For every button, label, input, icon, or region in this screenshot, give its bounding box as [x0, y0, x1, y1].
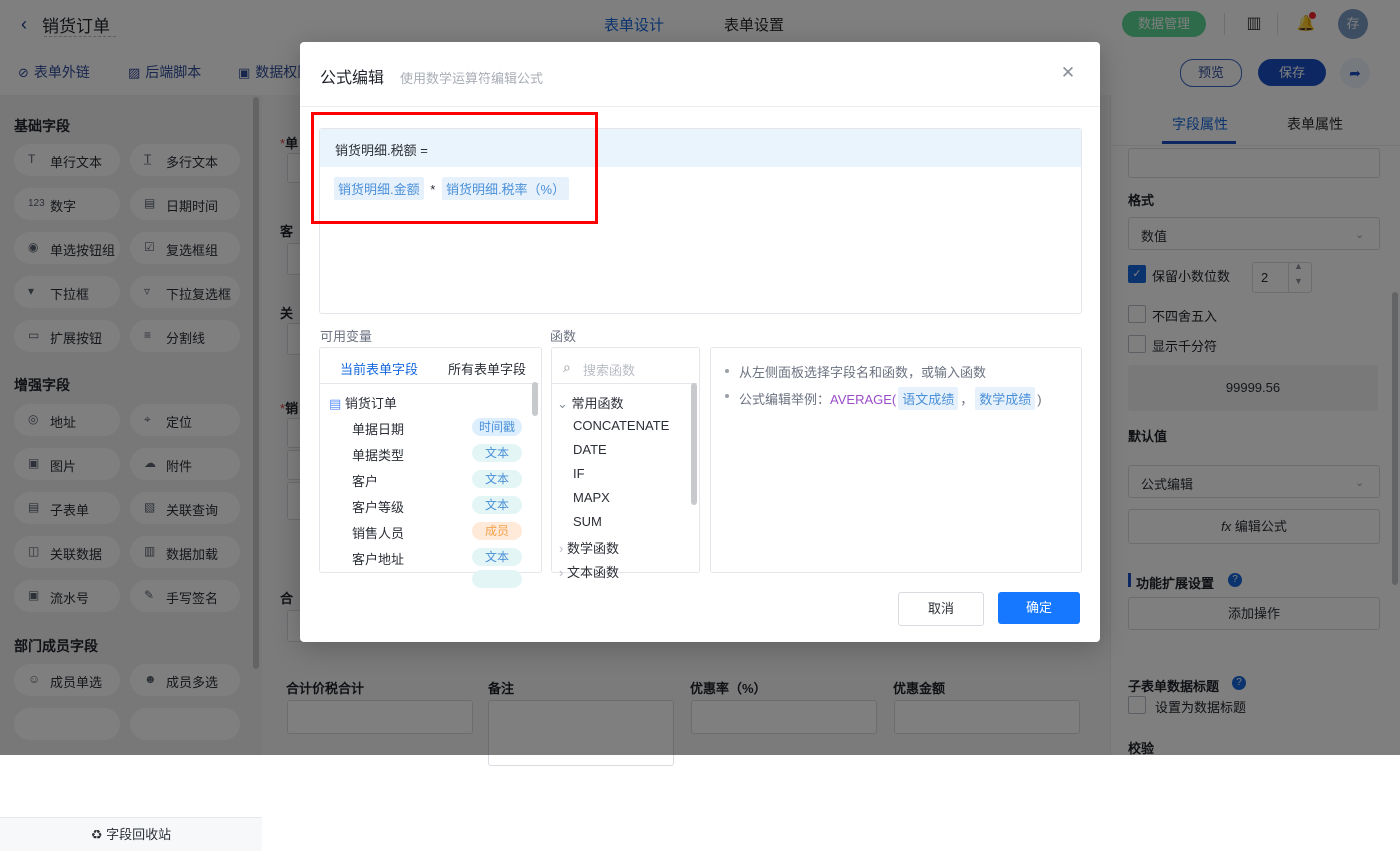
variables-tab-divider [320, 383, 539, 384]
help-tip-2-comma: ， [960, 392, 974, 407]
close-icon[interactable]: ✕ [1058, 63, 1078, 83]
dialog-title: 公式编辑 [320, 70, 385, 87]
confirm-button[interactable]: 确定 [998, 592, 1080, 624]
variables-tree-root[interactable]: ▤ 销货订单 [329, 393, 397, 412]
formula-help-panel: 从左侧面板选择字段名和函数，或输入函数 公式编辑举例：AVERAGE(语文成绩，… [710, 347, 1082, 573]
chevron-right-icon: › [559, 565, 564, 580]
function-group-label: 文本函数 [566, 565, 619, 580]
function-item-mapx[interactable]: MAPX [573, 490, 610, 505]
field-recycle-bin-label: 字段回收站 [106, 827, 172, 842]
chevron-right-icon: › [559, 541, 564, 556]
function-item-date[interactable]: DATE [573, 442, 607, 457]
functions-panel: ⌕ 搜索函数 ⌄ 常用函数 CONCATENATE DATE IF MAPX S… [551, 347, 700, 580]
function-item-sum[interactable]: SUM [573, 514, 602, 529]
variable-type-tag: 时间戳 [472, 418, 522, 436]
function-group-label: 数学函数 [566, 541, 619, 556]
variable-type-tag: 文本 [472, 470, 522, 488]
function-item-if[interactable]: IF [573, 466, 585, 481]
function-group-math[interactable]: › 数学函数 [559, 538, 619, 557]
help-tip-2-suffix: ) [1037, 392, 1042, 407]
help-tip-2-arg2: 数学成绩 [975, 387, 1036, 410]
recycle-icon: ♻ [90, 827, 103, 842]
variable-row[interactable]: 客户 [352, 471, 378, 490]
function-group-label: 常用函数 [571, 396, 624, 411]
variables-tree-root-label: 销货订单 [344, 396, 397, 411]
function-item-concatenate[interactable]: CONCATENATE [573, 418, 669, 433]
search-icon: ⌕ [563, 359, 571, 375]
tab-current-form-fields[interactable]: 当前表单字段 [340, 359, 418, 378]
function-group-common[interactable]: ⌄ 常用函数 [557, 393, 624, 412]
variable-type-tag-clipped [472, 570, 522, 588]
cancel-button[interactable]: 取消 [898, 592, 984, 626]
variable-type-tag: 文本 [472, 496, 522, 514]
help-tip-2-arg1: 语文成绩 [898, 387, 959, 410]
available-variables-panel: 当前表单字段 所有表单字段 ▤ 销货订单 单据日期 时间戳 单据类型 文本 客户… [319, 347, 542, 588]
functions-search-divider [552, 383, 697, 384]
dialog-subtitle: 使用数学运算符编辑公式 [400, 71, 544, 86]
bullet-icon [725, 369, 729, 373]
dialog-header-divider [300, 106, 1100, 107]
variable-row[interactable]: 销售人员 [352, 523, 404, 542]
search-functions-input[interactable]: 搜索函数 [583, 360, 635, 379]
variable-row[interactable]: 单据类型 [352, 445, 404, 464]
help-tip-2-prefix: 公式编辑举例： [739, 392, 831, 407]
tab-all-form-fields[interactable]: 所有表单字段 [448, 359, 526, 378]
formula-editor-dialog: 公式编辑 使用数学运算符编辑公式 ✕ 销货明细.税额 = 销货明细.金额 * 销… [300, 42, 1100, 642]
variable-row[interactable]: 客户地址 [352, 549, 404, 568]
variable-type-tag: 成员 [472, 522, 522, 540]
function-group-text[interactable]: › 文本函数 [559, 562, 619, 581]
bullet-icon [725, 394, 729, 398]
functions-scrollbar[interactable] [691, 383, 697, 505]
available-variables-label: 可用变量 [320, 329, 373, 344]
chevron-down-icon: ⌄ [557, 396, 568, 411]
functions-label: 函数 [550, 329, 577, 344]
variable-type-tag: 文本 [472, 548, 522, 566]
help-tip-2: 公式编辑举例：AVERAGE(语文成绩，数学成绩) [739, 387, 1042, 410]
form-icon: ▤ [329, 396, 342, 411]
variable-type-tag: 文本 [472, 444, 522, 462]
variables-scrollbar[interactable] [532, 382, 538, 416]
field-recycle-bin-button[interactable]: ♻ 字段回收站 [0, 817, 262, 851]
variable-row[interactable]: 客户等级 [352, 497, 404, 516]
help-tip-1: 从左侧面板选择字段名和函数，或输入函数 [739, 365, 987, 380]
help-tip-2-function: AVERAGE( [830, 392, 897, 407]
highlight-annotation [311, 112, 598, 224]
variable-row[interactable]: 单据日期 [352, 419, 404, 438]
